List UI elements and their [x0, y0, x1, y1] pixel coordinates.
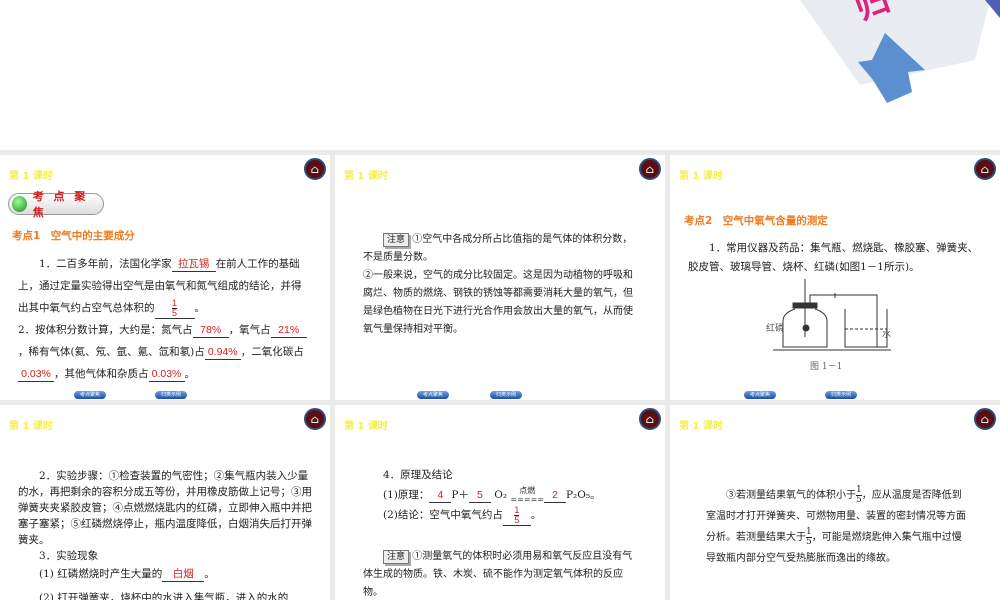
green-dot-icon [12, 196, 27, 212]
logo-cube-graphic: 归 [800, 0, 1000, 103]
home-icon: ⌂ [645, 162, 655, 176]
principle-block: 4．原理及结论 (1)原理： 4 P＋ 5 O₂ 点燃 ===== 2 P₂O₅。 (2)结… [383, 469, 601, 526]
pill-label: 考 点 聚 焦 [32, 190, 89, 219]
prev-section-button[interactable]: 考点聚焦 [417, 391, 449, 399]
next-section-button[interactable]: 归类示例 [825, 391, 857, 399]
slide-thumbnail-1[interactable]: 第 1 课时 ⌂ 考 点 聚 焦 考点1 空气中的主要成分 1．二百多年前，法国… [0, 155, 330, 400]
home-button[interactable]: ⌂ [974, 158, 996, 180]
paragraph: 1．常用仪器及药品：集气瓶、燃烧匙、橡胶塞、弹簧夹、胶皮管、玻璃导管、烧杯、红磷… [688, 242, 979, 273]
note-text: 注意 ①测量氧气的体积时必须用易和氧气反应且没有气体生成的物质。铁、木炭、硫不能… [363, 550, 633, 598]
lesson-label: 第 1 课时 [679, 171, 723, 182]
section-heading: 考点2 空气中氧气含量的测定 [684, 215, 828, 227]
paragraph-1: 1．二百多年前，法国化学家 拉瓦锡 在前人工作的基础上，通过定量实验得出空气是由氧气… [18, 253, 310, 385]
lesson-label: 第 1 课时 [344, 171, 388, 182]
home-button[interactable]: ⌂ [304, 158, 326, 180]
apparatus-diagram [773, 279, 891, 351]
home-icon: ⌂ [645, 412, 655, 426]
slide-thumbnail-5[interactable]: 第 1 课时 ⌂ 4．原理及结论 (1)原理： 4 P＋ 5 O₂ 点燃 ===== 2 P… [335, 405, 665, 600]
lesson-label: 第 1 课时 [344, 421, 388, 432]
slide-thumbnail-6[interactable]: 第 1 课时 ⌂ ③若测量结果氧气的体积小于 1 5 ，应从温度是否降低到室温时才打开… [670, 405, 1000, 600]
prev-section-button[interactable]: 考点聚焦 [74, 391, 106, 399]
next-section-button[interactable]: 归类示例 [490, 391, 522, 399]
figure-caption: 图 1－1 [810, 362, 843, 372]
slide-thumbnail-2[interactable]: 第 1 课时 ⌂ 注意 ①空气中各成分所占比值指的是气体的体积分数，不是质量分数… [335, 155, 665, 400]
section-heading: 考点1 空气中的主要成分 [12, 230, 135, 242]
previous-slide-partial[interactable]: 归 [0, 0, 1000, 150]
home-button[interactable]: ⌂ [974, 408, 996, 430]
note-text: 注意 ①空气中各成分所占比值指的是气体的体积分数，不是质量分数。 ②一般来说，空气… [363, 233, 633, 335]
answer-blank: 拉瓦锡 [171, 258, 216, 272]
label-water: 水 [882, 330, 892, 340]
note-badge: 注意 [383, 550, 410, 564]
note-badge: 注意 [383, 233, 410, 247]
lesson-label: 第 1 课时 [9, 421, 53, 432]
paragraph: 2．实验步骤：①检查装置的气密性；②集气瓶内装入少量的水，再把剩余的容积分成五等… [18, 470, 312, 600]
slide-thumbnail-3[interactable]: 第 1 课时 ⌂ 考点2 空气中氧气含量的测定 1．常用仪器及药品：集气瓶、燃烧… [670, 155, 1000, 400]
home-button[interactable]: ⌂ [304, 408, 326, 430]
home-icon: ⌂ [980, 412, 990, 426]
lesson-label: 第 1 课时 [9, 171, 53, 182]
paragraph: ③若测量结果氧气的体积小于 1 5 ，应从温度是否降低到室温时才打开弹簧夹、可燃物用量… [706, 485, 966, 565]
home-button[interactable]: ⌂ [639, 158, 661, 180]
slide-thumbnail-4[interactable]: 第 1 课时 ⌂ 2．实验步骤：①检查装置的气密性；②集气瓶内装入少量的水，再把… [0, 405, 330, 600]
home-icon: ⌂ [310, 412, 320, 426]
home-icon: ⌂ [310, 162, 320, 176]
next-section-button[interactable]: 归类示例 [155, 391, 187, 399]
lesson-label: 第 1 课时 [679, 421, 723, 432]
section-pill: 考 点 聚 焦 [8, 190, 104, 219]
label-red-phosphorus: 红磷 [766, 324, 785, 334]
home-button[interactable]: ⌂ [639, 408, 661, 430]
home-icon: ⌂ [980, 162, 990, 176]
prev-section-button[interactable]: 考点聚焦 [744, 391, 776, 399]
